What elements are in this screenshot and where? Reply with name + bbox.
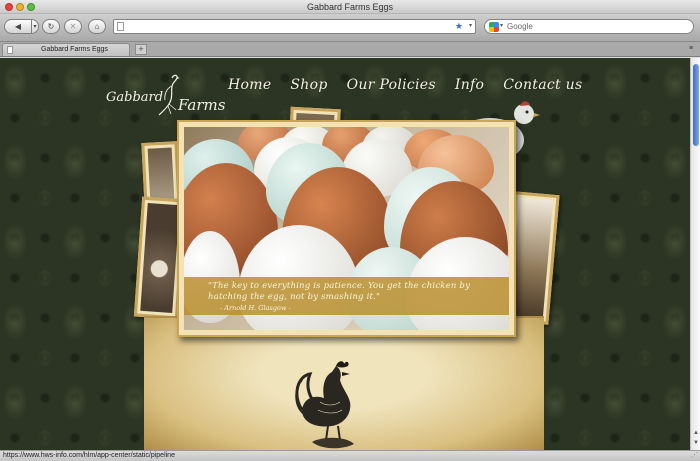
address-bar[interactable]: ★ ▾	[113, 19, 476, 34]
nav-shop[interactable]: Shop	[290, 77, 327, 93]
stop-icon: ✕	[69, 22, 77, 31]
site-nav: Home Shop Our Policies Info Contact us	[228, 77, 582, 93]
rooster-illustration	[295, 361, 354, 449]
history-dropdown-button[interactable]: ▾	[31, 19, 39, 34]
chevron-down-icon[interactable]: ▾	[500, 20, 503, 33]
bookmark-star-icon[interactable]: ★	[455, 20, 463, 33]
quote-caption: "The key to everything is patience. You …	[184, 277, 509, 315]
window-titlebar: Gabbard Farms Eggs	[0, 0, 700, 14]
tab-bar: Gabbard Farms Eggs + ≡	[0, 42, 700, 57]
nav-info[interactable]: Info	[455, 77, 484, 93]
reload-icon: ↻	[47, 22, 55, 31]
browser-toolbar: ◀ ▾ ↻ ✕ ⌂ ★ ▾ ▾ Google	[0, 14, 700, 42]
back-button[interactable]: ◀	[4, 19, 32, 34]
logo-text-right: Farms	[178, 96, 226, 114]
vertical-scrollbar[interactable]: ▲ ▼	[690, 58, 700, 450]
resize-grip-icon[interactable]: ⋰	[691, 451, 698, 461]
google-icon	[489, 22, 499, 32]
tab-gabbard-farms[interactable]: Gabbard Farms Eggs	[2, 43, 130, 56]
page-viewport: Gabbard Farms Home Shop Our Policies Inf…	[0, 58, 690, 450]
window-title: Gabbard Farms Eggs	[306, 2, 394, 12]
scrollbar-thumb[interactable]	[693, 64, 699, 146]
back-arrow-icon: ◀	[14, 22, 22, 31]
nav-our-policies[interactable]: Our Policies	[347, 77, 436, 93]
stop-button[interactable]: ✕	[64, 19, 82, 34]
list-icon: ≡	[688, 45, 694, 52]
status-text: https://www.hws-info.com/hlm/app-center/…	[3, 452, 175, 459]
nav-contact-us[interactable]: Contact us	[503, 77, 582, 93]
tab-label: Gabbard Farms Eggs	[41, 46, 108, 53]
hero-slideshow[interactable]: "The key to everything is patience. You …	[177, 120, 516, 337]
page-icon	[117, 22, 124, 31]
search-input[interactable]: ▾ Google	[484, 19, 694, 34]
eggs-photo: "The key to everything is patience. You …	[184, 127, 509, 330]
caption-author: - Arnold H. Glasgow -	[220, 304, 291, 312]
chevron-down-icon[interactable]: ▾	[469, 20, 472, 33]
nav-home[interactable]: Home	[228, 77, 271, 93]
site-logo[interactable]: Gabbard Farms	[104, 72, 228, 116]
scroll-down-arrow-icon[interactable]: ▼	[692, 440, 700, 446]
caption-quote: "The key to everything is patience. You …	[208, 281, 471, 302]
new-tab-button[interactable]: +	[135, 44, 147, 55]
search-placeholder: Google	[507, 22, 533, 31]
home-button[interactable]: ⌂	[88, 19, 106, 34]
chevron-down-icon: ▾	[33, 24, 37, 30]
scroll-up-arrow-icon[interactable]: ▲	[692, 430, 700, 436]
page-icon	[7, 46, 13, 54]
home-icon: ⌂	[94, 22, 100, 31]
status-bar: https://www.hws-info.com/hlm/app-center/…	[0, 450, 700, 461]
tab-list-button[interactable]: ≡	[686, 45, 696, 54]
reload-button[interactable]: ↻	[42, 19, 60, 34]
logo-text-left: Gabbard	[106, 90, 164, 105]
plus-icon: +	[138, 44, 144, 54]
